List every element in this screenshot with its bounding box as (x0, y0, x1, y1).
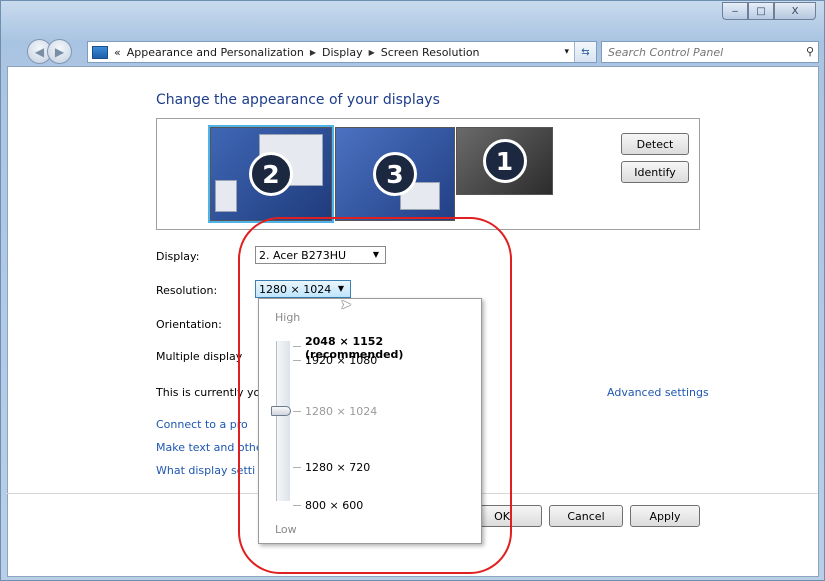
page-title: Change the appearance of your displays (156, 92, 440, 108)
minimize-button[interactable]: ‒ (722, 2, 748, 20)
slider-tick (293, 360, 301, 361)
orientation-label: Orientation: (156, 318, 222, 331)
monitor-1[interactable]: 1 (456, 127, 553, 195)
slider-tick (293, 346, 301, 347)
display-select[interactable]: 2. Acer B273HU ▼ (255, 246, 386, 264)
breadcrumb-display[interactable]: Display (322, 46, 363, 59)
monitor-3[interactable]: 3 (335, 127, 455, 221)
chevron-down-icon: ▼ (372, 250, 379, 259)
resolution-select[interactable]: 1280 × 1024 ▼ (255, 280, 351, 298)
cancel-button[interactable]: Cancel (549, 505, 623, 527)
close-button[interactable]: X (774, 2, 816, 20)
connect-projector-link[interactable]: Connect to a pro (156, 418, 248, 431)
forward-button[interactable]: ▶ (47, 39, 72, 64)
slider-tick (293, 411, 301, 412)
monitor-2[interactable]: 2 (208, 125, 334, 223)
address-bar[interactable]: « Appearance and Personalization ▶ Displ… (87, 41, 597, 63)
breadcrumb-separator-icon[interactable]: ▶ (369, 48, 375, 57)
display-select-value: 2. Acer B273HU (259, 248, 347, 262)
forward-arrow-icon: ▶ (54, 44, 65, 59)
breadcrumb-overflow[interactable]: « (114, 46, 121, 59)
make-text-larger-link[interactable]: Make text and othe (156, 441, 263, 454)
current-display-text: This is currently you (156, 386, 268, 399)
slider-high-label: High (275, 311, 301, 324)
refresh-button[interactable]: ⇆ (574, 42, 596, 62)
slider-tick (293, 467, 301, 468)
detect-button[interactable]: Detect (621, 133, 689, 155)
breadcrumb-appearance[interactable]: Appearance and Personalization (127, 46, 304, 59)
breadcrumb-separator-icon[interactable]: ▶ (310, 48, 316, 57)
display-settings-help-link[interactable]: What display setti (156, 464, 255, 477)
maximize-button[interactable]: □ (748, 2, 774, 20)
window-controls: ‒ □ X (722, 2, 816, 20)
display-label: Display: (156, 250, 200, 263)
monitor-number-badge: 1 (482, 139, 527, 183)
search-box[interactable]: ⚲ (601, 41, 819, 63)
monitor-arrangement: 2 3 1 Detect Identify (156, 118, 700, 230)
search-icon[interactable]: ⚲ (806, 45, 814, 58)
monitor-number-badge: 3 (373, 152, 417, 196)
identify-button[interactable]: Identify (621, 161, 689, 183)
multiple-displays-label: Multiple display (156, 350, 243, 363)
window-thumbnail (215, 180, 237, 212)
advanced-settings-link[interactable]: Advanced settings (607, 386, 709, 399)
resolution-dropdown: High 2048 × 1152 (recommended) 1920 × 10… (258, 298, 482, 544)
mouse-cursor-icon: ➤ (340, 297, 352, 313)
address-dropdown-icon[interactable]: ▾ (564, 47, 569, 57)
resolution-slider-track[interactable] (276, 341, 290, 501)
resolution-option[interactable]: 800 × 600 (305, 499, 363, 512)
resolution-slider-thumb[interactable] (271, 406, 291, 416)
resolution-label: Resolution: (156, 284, 218, 297)
resolution-option[interactable]: 1280 × 1024 (305, 405, 377, 418)
control-panel-icon (92, 45, 108, 59)
search-input[interactable] (602, 42, 792, 62)
back-arrow-icon: ◀ (34, 44, 45, 59)
slider-tick (293, 505, 301, 506)
chevron-down-icon: ▼ (337, 284, 344, 293)
resolution-option[interactable]: 1280 × 720 (305, 461, 370, 474)
resolution-option[interactable]: 1920 × 1080 (305, 354, 377, 367)
monitor-number-badge: 2 (249, 152, 293, 196)
apply-button[interactable]: Apply (630, 505, 700, 527)
breadcrumb-screen-resolution[interactable]: Screen Resolution (381, 46, 480, 59)
slider-low-label: Low (275, 523, 297, 536)
resolution-select-value: 1280 × 1024 (259, 282, 332, 296)
